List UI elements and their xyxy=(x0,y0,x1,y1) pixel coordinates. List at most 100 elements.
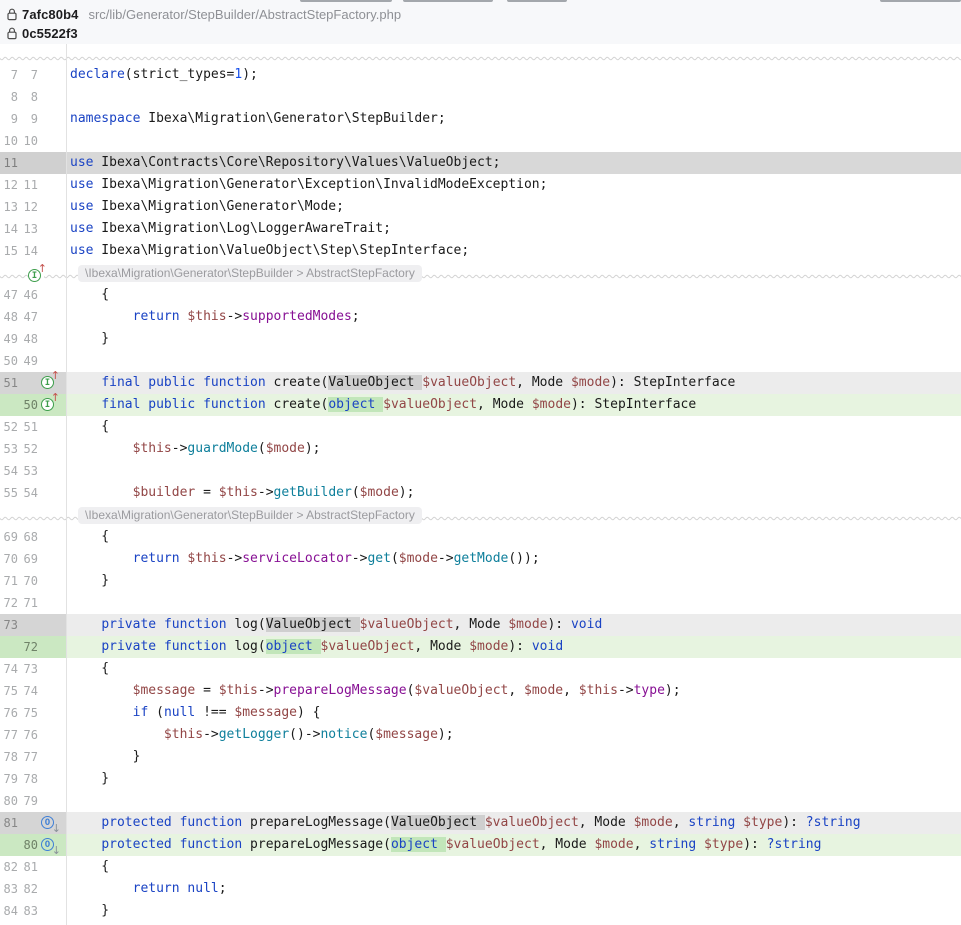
code-token xyxy=(70,881,133,896)
code-line[interactable] xyxy=(66,130,961,152)
code-token: } xyxy=(70,903,109,918)
code-line[interactable]: } xyxy=(66,746,961,768)
word-diff-chunk: object xyxy=(266,639,321,654)
code-line[interactable]: } xyxy=(66,570,961,592)
line-gutter: 8281 xyxy=(0,856,66,878)
code-line[interactable]: return $this->serviceLocator->get($mode-… xyxy=(66,548,961,570)
line-number-old: 48 xyxy=(0,306,18,328)
code-token: void xyxy=(571,617,602,632)
code-token: ); xyxy=(438,727,454,742)
collapsed-region-separator[interactable]: \Ibexa\Migration\Generator\StepBuilder >… xyxy=(0,504,961,526)
diff-editor[interactable]: 77declare(strict_types=1);8899namespace … xyxy=(0,44,961,925)
code-line[interactable]: } xyxy=(66,328,961,350)
code-line[interactable]: { xyxy=(66,284,961,306)
code-token: , xyxy=(563,683,579,698)
gutter-icon-slot xyxy=(41,306,63,328)
line-number-new: 13 xyxy=(20,218,38,240)
code-line[interactable]: namespace Ibexa\Migration\Generator\Step… xyxy=(66,108,961,130)
code-line[interactable]: declare(strict_types=1); xyxy=(66,64,961,86)
code-token: public xyxy=(148,375,195,390)
code-token: function xyxy=(164,617,227,632)
line-number-old: 70 xyxy=(0,548,18,570)
collapsed-region-breadcrumb[interactable]: \Ibexa\Migration\Generator\StepBuilder >… xyxy=(78,265,422,282)
word-diff-chunk: ValueObject xyxy=(391,815,485,830)
code-line[interactable]: { xyxy=(66,416,961,438)
code-token: serviceLocator xyxy=(242,551,352,566)
code-line[interactable]: return $this->supportedModes; xyxy=(66,306,961,328)
code-line[interactable]: use Ibexa\Migration\Generator\Mode; xyxy=(66,196,961,218)
code-line[interactable] xyxy=(66,790,961,812)
code-token: -> xyxy=(258,683,274,698)
code-line[interactable] xyxy=(66,86,961,108)
tab-strip-remnant xyxy=(403,0,493,2)
code-line-row: 7877 } xyxy=(0,746,961,768)
code-line[interactable]: { xyxy=(66,856,961,878)
line-gutter: 5352 xyxy=(0,438,66,460)
code-line[interactable] xyxy=(66,350,961,372)
line-gutter: 7473 xyxy=(0,658,66,680)
code-line[interactable] xyxy=(66,460,961,482)
line-gutter: 1010 xyxy=(0,130,66,152)
code-token: prepareLogMessage( xyxy=(242,837,391,852)
code-line[interactable]: if (null !== $message) { xyxy=(66,702,961,724)
code-line[interactable]: use Ibexa\Migration\ValueObject\Step\Ste… xyxy=(66,240,961,262)
code-token: type xyxy=(634,683,665,698)
code-line[interactable]: } xyxy=(66,768,961,790)
wavy-line xyxy=(44,262,78,284)
method-overridden-icon[interactable]: O↓ xyxy=(41,815,56,830)
code-line[interactable]: $this->getLogger()->notice($message); xyxy=(66,724,961,746)
line-gutter: 99 xyxy=(0,108,66,130)
line-gutter: 1211 xyxy=(0,174,66,196)
line-gutter: 7877 xyxy=(0,746,66,768)
code-line-row: 4847 return $this->supportedModes; xyxy=(0,306,961,328)
code-line[interactable]: { xyxy=(66,526,961,548)
implements-method-icon[interactable]: I↑ xyxy=(41,375,56,390)
code-line[interactable]: $builder = $this->getBuilder($mode); xyxy=(66,482,961,504)
code-token: log( xyxy=(227,617,266,632)
code-line[interactable] xyxy=(66,592,961,614)
code-line[interactable]: } xyxy=(66,900,961,922)
method-overridden-icon[interactable]: O↓ xyxy=(41,837,56,852)
code-token: , Mode xyxy=(414,639,469,654)
code-token: $this xyxy=(164,727,203,742)
collapsed-region-separator[interactable] xyxy=(0,44,961,64)
code-token: getLogger xyxy=(219,727,289,742)
code-line[interactable]: protected function prepareLogMessage(obj… xyxy=(66,834,961,856)
line-number-old: 73 xyxy=(0,614,18,636)
line-number-old: 74 xyxy=(0,658,18,680)
code-line[interactable]: final public function create(object $val… xyxy=(66,394,961,416)
gutter-icon-slot xyxy=(41,680,63,702)
code-token: ); xyxy=(399,485,415,500)
code-line[interactable]: use Ibexa\Migration\Generator\Exception\… xyxy=(66,174,961,196)
collapsed-region-breadcrumb[interactable]: \Ibexa\Migration\Generator\StepBuilder >… xyxy=(78,507,422,524)
implements-method-icon[interactable]: I↑ xyxy=(41,397,56,412)
code-line[interactable]: use Ibexa\Contracts\Core\Repository\Valu… xyxy=(66,152,961,174)
line-number-new: 48 xyxy=(20,328,38,350)
code-line[interactable]: $this->guardMode($mode); xyxy=(66,438,961,460)
code-token: $this xyxy=(187,551,226,566)
lock-icon xyxy=(7,27,17,40)
code-line-row: 5554 $builder = $this->getBuilder($mode)… xyxy=(0,482,961,504)
code-line-row: 8382 return null; xyxy=(0,878,961,900)
line-gutter: 4948 xyxy=(0,328,66,350)
code-token: use xyxy=(70,199,93,214)
code-line-row: 7675 if (null !== $message) { xyxy=(0,702,961,724)
implements-method-icon[interactable]: I↑ xyxy=(28,268,43,283)
gutter-icon-slot xyxy=(41,130,63,152)
tab-strip-remnant xyxy=(507,0,567,2)
code-line[interactable]: $message = $this->prepareLogMessage($val… xyxy=(66,680,961,702)
code-line[interactable]: private function log(ValueObject $valueO… xyxy=(66,614,961,636)
code-line[interactable]: protected function prepareLogMessage(Val… xyxy=(66,812,961,834)
code-line[interactable]: private function log(object $valueObject… xyxy=(66,636,961,658)
code-line[interactable]: final public function create(ValueObject… xyxy=(66,372,961,394)
line-gutter: 5554 xyxy=(0,482,66,504)
code-line-row: 5049 xyxy=(0,350,961,372)
code-token: (strict_types= xyxy=(125,67,235,82)
gutter-icon-slot xyxy=(41,438,63,460)
code-line[interactable]: return null; xyxy=(66,878,961,900)
code-line-row: 72 private function log(object $valueObj… xyxy=(0,636,961,658)
code-line[interactable]: use Ibexa\Migration\Log\LoggerAwareTrait… xyxy=(66,218,961,240)
code-line[interactable]: { xyxy=(66,658,961,680)
collapsed-region-separator[interactable]: I↑ xyxy=(0,262,961,284)
code-token: $valueObject xyxy=(485,815,579,830)
